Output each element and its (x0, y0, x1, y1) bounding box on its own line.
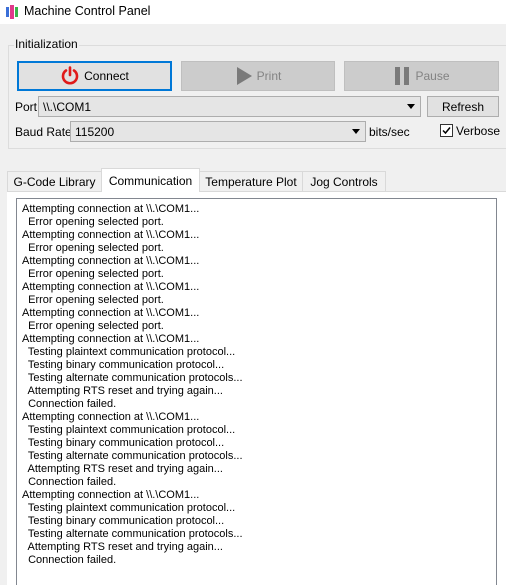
tab-label: Temperature Plot (205, 174, 297, 189)
tab-label: G-Code Library (13, 174, 96, 189)
log-line: Attempting connection at \\.\COM1... (22, 203, 200, 215)
log-line: Testing binary communication protocol... (22, 515, 225, 527)
connect-button[interactable]: Connect (17, 61, 172, 91)
pause-button[interactable]: Pause (344, 61, 499, 91)
log-line: Testing binary communication protocol... (22, 359, 225, 371)
print-label: Print (256, 69, 282, 83)
log-line: Attempting RTS reset and trying again... (22, 385, 223, 397)
log-line: Testing binary communication protocol... (22, 437, 225, 449)
log-line: Attempting connection at \\.\COM1... (22, 333, 200, 345)
log-line: Attempting RTS reset and trying again... (22, 541, 223, 553)
log-line: Attempting connection at \\.\COM1... (22, 229, 200, 241)
log-line: Attempting connection at \\.\COM1... (22, 411, 200, 423)
tab-communication[interactable]: Communication (101, 168, 200, 192)
title-bar: Machine Control Panel (0, 0, 506, 24)
baud-rate-label: Baud Rate (15, 125, 72, 139)
refresh-button[interactable]: Refresh (427, 96, 499, 117)
log-line: Testing alternate communication protocol… (22, 528, 243, 540)
pause-label: Pause (415, 69, 450, 83)
window-title: Machine Control Panel (24, 4, 151, 18)
refresh-label: Refresh (441, 99, 485, 114)
port-value: \\.\COM1 (43, 99, 92, 114)
pause-icon (393, 66, 411, 86)
group-title: Initialization (14, 37, 79, 51)
port-select[interactable]: \\.\COM1 (38, 96, 421, 117)
log-line: Testing plaintext communication protocol… (22, 502, 236, 514)
communication-log[interactable]: Attempting connection at \\.\COM1... Err… (16, 198, 497, 585)
log-line: Attempting connection at \\.\COM1... (22, 281, 200, 293)
app-icon (6, 5, 18, 19)
baud-rate-select[interactable]: 115200 (70, 121, 366, 142)
log-line: Testing plaintext communication protocol… (22, 424, 236, 436)
print-button[interactable]: Print (181, 61, 335, 91)
log-line: Error opening selected port. (22, 294, 164, 306)
log-line: Connection failed. (22, 476, 117, 488)
log-line: Connection failed. (22, 554, 117, 566)
log-line: Testing plaintext communication protocol… (22, 346, 236, 358)
tab-jog-controls[interactable]: Jog Controls (302, 171, 386, 191)
tab-temperature-plot[interactable]: Temperature Plot (199, 171, 303, 191)
chevron-down-icon (407, 104, 415, 109)
baud-rate-value: 115200 (75, 124, 115, 139)
log-line: Error opening selected port. (22, 216, 164, 228)
log-line: Attempting connection at \\.\COM1... (22, 255, 200, 267)
log-line: Testing alternate communication protocol… (22, 372, 243, 384)
checkmark-icon (442, 127, 451, 135)
connect-label: Connect (84, 69, 129, 83)
verbose-label: Verbose (456, 124, 501, 138)
play-icon (235, 66, 253, 86)
log-line: Testing alternate communication protocol… (22, 450, 243, 462)
tab-gcode-library[interactable]: G-Code Library (7, 171, 102, 191)
verbose-checkbox[interactable] (440, 124, 453, 137)
log-line: Attempting RTS reset and trying again... (22, 463, 223, 475)
baud-unit-label: bits/sec (369, 125, 410, 139)
log-line: Error opening selected port. (22, 320, 164, 332)
log-line: Connection failed. (22, 398, 117, 410)
port-label: Port (15, 100, 38, 114)
log-line: Error opening selected port. (22, 242, 164, 254)
chevron-down-icon (352, 129, 360, 134)
tab-label: Jog Controls (310, 174, 378, 189)
log-line: Attempting connection at \\.\COM1... (22, 489, 200, 501)
power-icon (60, 66, 80, 86)
tab-label: Communication (108, 173, 193, 188)
log-line: Error opening selected port. (22, 268, 164, 280)
log-line: Attempting connection at \\.\COM1... (22, 307, 200, 319)
